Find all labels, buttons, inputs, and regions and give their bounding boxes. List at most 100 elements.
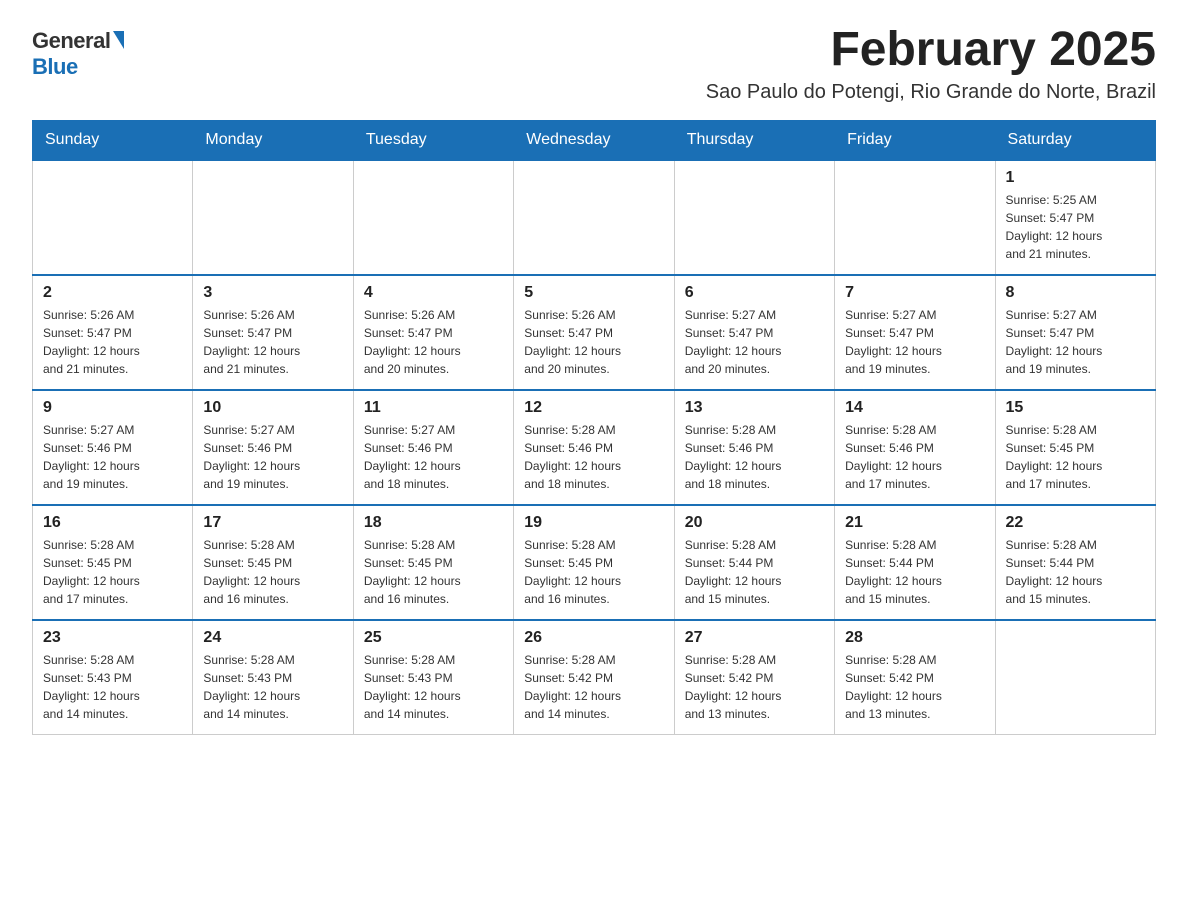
day-number: 27 xyxy=(685,629,824,647)
week-row-3: 9Sunrise: 5:27 AMSunset: 5:46 PMDaylight… xyxy=(33,390,1156,505)
day-number: 25 xyxy=(364,629,503,647)
day-info: Sunrise: 5:26 AMSunset: 5:47 PMDaylight:… xyxy=(43,306,182,378)
calendar-cell: 23 Sunrise: 5:28 AMSunset: 5:43 PMDayligh… xyxy=(33,620,193,735)
week-row-4: 16 Sunrise: 5:28 AMSunset: 5:45 PMDayligh… xyxy=(33,505,1156,620)
month-title: February 2025 xyxy=(706,24,1156,77)
calendar-cell: 3 Sunrise: 5:26 AMSunset: 5:47 PMDaylight… xyxy=(193,275,353,390)
day-number: 8 xyxy=(1006,284,1145,302)
location-title: Sao Paulo do Potengi, Rio Grande do Nort… xyxy=(706,81,1156,104)
day-number: 11 xyxy=(364,399,503,417)
calendar-cell: 11 Sunrise: 5:27 AMSunset: 5:46 PMDayligh… xyxy=(353,390,513,505)
calendar-cell: 4 Sunrise: 5:26 AMSunset: 5:47 PMDaylight… xyxy=(353,275,513,390)
day-number: 12 xyxy=(524,399,663,417)
day-info: Sunrise: 5:28 AMSunset: 5:44 PMDaylight:… xyxy=(1006,536,1145,608)
day-info: Sunrise: 5:28 AMSunset: 5:46 PMDaylight:… xyxy=(845,421,984,493)
day-info: Sunrise: 5:28 AMSunset: 5:46 PMDaylight:… xyxy=(685,421,824,493)
day-number: 16 xyxy=(43,514,182,532)
calendar-cell: 2 Sunrise: 5:26 AMSunset: 5:47 PMDaylight… xyxy=(33,275,193,390)
calendar-cell xyxy=(835,160,995,275)
calendar-cell xyxy=(674,160,834,275)
day-number: 10 xyxy=(203,399,342,417)
day-info: Sunrise: 5:28 AMSunset: 5:42 PMDaylight:… xyxy=(685,651,824,723)
calendar-cell: 18 Sunrise: 5:28 AMSunset: 5:45 PMDayligh… xyxy=(353,505,513,620)
calendar-cell: 22Sunrise: 5:28 AMSunset: 5:44 PMDayligh… xyxy=(995,505,1155,620)
day-number: 5 xyxy=(524,284,663,302)
day-number: 14 xyxy=(845,399,984,417)
day-info: Sunrise: 5:27 AMSunset: 5:46 PMDaylight:… xyxy=(203,421,342,493)
day-number: 7 xyxy=(845,284,984,302)
day-info: Sunrise: 5:28 AMSunset: 5:45 PMDaylight:… xyxy=(203,536,342,608)
day-info: Sunrise: 5:26 AMSunset: 5:47 PMDaylight:… xyxy=(524,306,663,378)
day-info: Sunrise: 5:27 AMSunset: 5:47 PMDaylight:… xyxy=(1006,306,1145,378)
logo-blue: Blue xyxy=(32,54,78,80)
day-info: Sunrise: 5:26 AMSunset: 5:47 PMDaylight:… xyxy=(364,306,503,378)
day-number: 4 xyxy=(364,284,503,302)
day-info: Sunrise: 5:28 AMSunset: 5:46 PMDaylight:… xyxy=(524,421,663,493)
day-info: Sunrise: 5:28 AMSunset: 5:45 PMDaylight:… xyxy=(524,536,663,608)
calendar-cell: 21Sunrise: 5:28 AMSunset: 5:44 PMDayligh… xyxy=(835,505,995,620)
day-info: Sunrise: 5:28 AMSunset: 5:43 PMDaylight:… xyxy=(364,651,503,723)
calendar-cell: 8 Sunrise: 5:27 AMSunset: 5:47 PMDaylight… xyxy=(995,275,1155,390)
header-thursday: Thursday xyxy=(674,120,834,160)
week-row-5: 23 Sunrise: 5:28 AMSunset: 5:43 PMDayligh… xyxy=(33,620,1156,735)
calendar-cell xyxy=(353,160,513,275)
logo-triangle-icon xyxy=(113,31,124,49)
day-number: 13 xyxy=(685,399,824,417)
day-number: 20 xyxy=(685,514,824,532)
day-info: Sunrise: 5:27 AMSunset: 5:46 PMDaylight:… xyxy=(43,421,182,493)
day-number: 23 xyxy=(43,629,182,647)
day-info: Sunrise: 5:26 AMSunset: 5:47 PMDaylight:… xyxy=(203,306,342,378)
day-info: Sunrise: 5:28 AMSunset: 5:42 PMDaylight:… xyxy=(845,651,984,723)
calendar-cell: 24Sunrise: 5:28 AMSunset: 5:43 PMDayligh… xyxy=(193,620,353,735)
day-info: Sunrise: 5:28 AMSunset: 5:43 PMDaylight:… xyxy=(43,651,182,723)
day-info: Sunrise: 5:27 AMSunset: 5:47 PMDaylight:… xyxy=(845,306,984,378)
calendar-cell: 5 Sunrise: 5:26 AMSunset: 5:47 PMDaylight… xyxy=(514,275,674,390)
header-sunday: Sunday xyxy=(33,120,193,160)
calendar-cell xyxy=(514,160,674,275)
calendar-cell: 13 Sunrise: 5:28 AMSunset: 5:46 PMDayligh… xyxy=(674,390,834,505)
day-info: Sunrise: 5:27 AMSunset: 5:47 PMDaylight:… xyxy=(685,306,824,378)
logo: General Blue xyxy=(32,24,124,80)
calendar-cell: 9Sunrise: 5:27 AMSunset: 5:46 PMDaylight… xyxy=(33,390,193,505)
day-info: Sunrise: 5:28 AMSunset: 5:45 PMDaylight:… xyxy=(43,536,182,608)
calendar-cell: 17 Sunrise: 5:28 AMSunset: 5:45 PMDayligh… xyxy=(193,505,353,620)
calendar-cell: 6 Sunrise: 5:27 AMSunset: 5:47 PMDaylight… xyxy=(674,275,834,390)
day-number: 28 xyxy=(845,629,984,647)
day-info: Sunrise: 5:28 AMSunset: 5:45 PMDaylight:… xyxy=(1006,421,1145,493)
header-friday: Friday xyxy=(835,120,995,160)
day-number: 1 xyxy=(1006,169,1145,187)
calendar-cell: 16 Sunrise: 5:28 AMSunset: 5:45 PMDayligh… xyxy=(33,505,193,620)
day-number: 26 xyxy=(524,629,663,647)
calendar-cell xyxy=(33,160,193,275)
header-wednesday: Wednesday xyxy=(514,120,674,160)
day-info: Sunrise: 5:28 AMSunset: 5:45 PMDaylight:… xyxy=(364,536,503,608)
day-info: Sunrise: 5:28 AMSunset: 5:42 PMDaylight:… xyxy=(524,651,663,723)
calendar-cell: 12 Sunrise: 5:28 AMSunset: 5:46 PMDayligh… xyxy=(514,390,674,505)
calendar-header-row: SundayMondayTuesdayWednesdayThursdayFrid… xyxy=(33,120,1156,160)
calendar-cell: 15 Sunrise: 5:28 AMSunset: 5:45 PMDayligh… xyxy=(995,390,1155,505)
calendar-cell: 26 Sunrise: 5:28 AMSunset: 5:42 PMDayligh… xyxy=(514,620,674,735)
calendar-cell: 10 Sunrise: 5:27 AMSunset: 5:46 PMDayligh… xyxy=(193,390,353,505)
calendar-cell: 1 Sunrise: 5:25 AMSunset: 5:47 PMDaylight… xyxy=(995,160,1155,275)
day-info: Sunrise: 5:28 AMSunset: 5:44 PMDaylight:… xyxy=(685,536,824,608)
header-saturday: Saturday xyxy=(995,120,1155,160)
day-number: 2 xyxy=(43,284,182,302)
day-number: 15 xyxy=(1006,399,1145,417)
day-number: 3 xyxy=(203,284,342,302)
calendar-cell xyxy=(193,160,353,275)
calendar-table: SundayMondayTuesdayWednesdayThursdayFrid… xyxy=(32,120,1156,736)
day-number: 19 xyxy=(524,514,663,532)
calendar-cell: 19 Sunrise: 5:28 AMSunset: 5:45 PMDayligh… xyxy=(514,505,674,620)
title-section: February 2025 Sao Paulo do Potengi, Rio … xyxy=(706,24,1156,104)
calendar-cell: 14 Sunrise: 5:28 AMSunset: 5:46 PMDayligh… xyxy=(835,390,995,505)
day-info: Sunrise: 5:27 AMSunset: 5:46 PMDaylight:… xyxy=(364,421,503,493)
day-number: 18 xyxy=(364,514,503,532)
calendar-cell: 25 Sunrise: 5:28 AMSunset: 5:43 PMDayligh… xyxy=(353,620,513,735)
calendar-cell: 7 Sunrise: 5:27 AMSunset: 5:47 PMDaylight… xyxy=(835,275,995,390)
week-row-2: 2 Sunrise: 5:26 AMSunset: 5:47 PMDaylight… xyxy=(33,275,1156,390)
calendar-cell: 20 Sunrise: 5:28 AMSunset: 5:44 PMDayligh… xyxy=(674,505,834,620)
day-number: 21 xyxy=(845,514,984,532)
day-info: Sunrise: 5:25 AMSunset: 5:47 PMDaylight:… xyxy=(1006,191,1145,263)
day-number: 6 xyxy=(685,284,824,302)
day-number: 17 xyxy=(203,514,342,532)
